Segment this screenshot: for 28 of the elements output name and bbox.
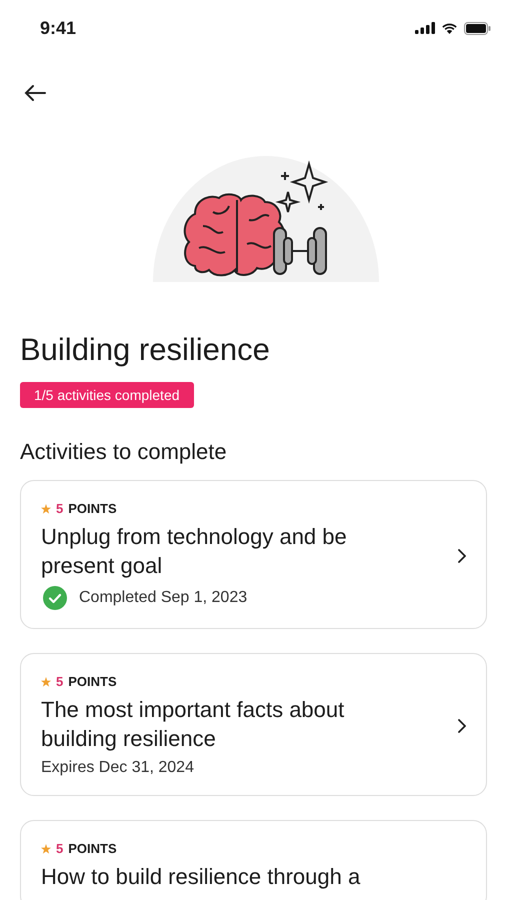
wifi-icon [441,22,458,34]
activity-title: The most important facts about building resilience [41,696,346,753]
points-value: 5 [56,841,64,856]
points-label: POINTS [68,841,117,856]
status-time: 9:41 [40,18,76,38]
activity-title: How to build resilience through a [41,863,362,891]
signal-icon [415,22,435,34]
star-icon [41,504,51,514]
chevron-right-icon [458,718,466,732]
check-circle-icon [43,586,67,610]
activity-card[interactable]: 5 POINTS How to build resilience through a [20,820,487,900]
battery-icon [464,22,491,34]
star-icon [41,676,51,686]
activity-card[interactable]: 5 POINTS Unplug from technology and be present goal Completed Sep 1, 2023 [20,480,487,629]
points-label: POINTS [68,501,117,516]
points-value: 5 [56,674,64,689]
chevron-right-icon [458,548,466,562]
activity-title: Unplug from technology and be present goal [41,523,348,580]
page-title: Building resilience [20,332,271,368]
expiry-date: Expires Dec 31, 2024 [41,759,194,777]
star-icon [41,844,51,854]
back-arrow-icon[interactable] [24,84,46,102]
points-label: POINTS [68,674,117,689]
completed-date: Completed Sep 1, 2023 [79,589,248,607]
activity-card[interactable]: 5 POINTS The most important facts about building resilience Expires Dec 31, 2024 [20,653,487,796]
points-value: 5 [56,501,64,516]
section-heading: Activities to complete [20,438,228,466]
progress-badge: 1/5 activities completed [20,382,194,408]
